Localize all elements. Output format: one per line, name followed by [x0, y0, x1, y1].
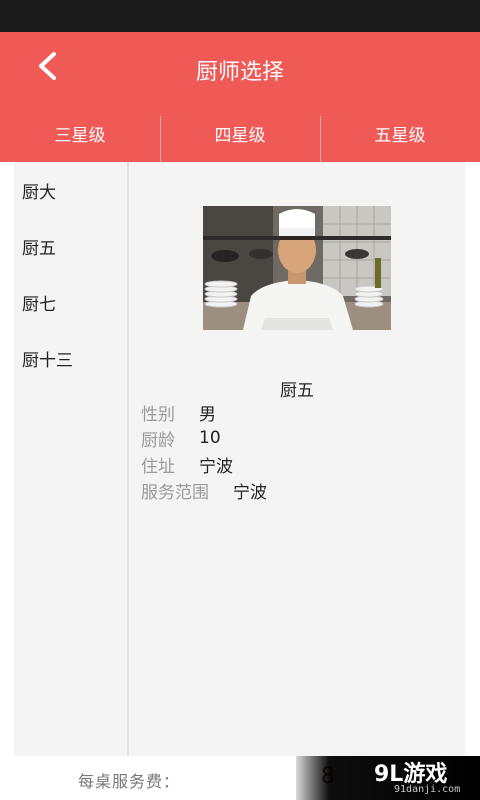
- experience-value: 10: [199, 428, 221, 448]
- chef-name: 厨五: [280, 381, 314, 401]
- tab-three-star[interactable]: 三星级: [0, 104, 160, 162]
- info-row-gender: 性别 男: [141, 400, 216, 425]
- service-area-label: 服务范围: [141, 482, 209, 503]
- watermark-url: 91danji.com: [394, 784, 461, 795]
- service-fee-label: 每桌服务费：: [78, 772, 181, 791]
- tab-five-star[interactable]: 五星级: [320, 104, 480, 162]
- chef-list-item[interactable]: 厨五: [14, 218, 127, 274]
- info-row-service-area: 服务范围 宁波: [141, 478, 267, 503]
- experience-label: 厨龄: [141, 430, 175, 451]
- title-bar: 厨师选择: [0, 32, 480, 104]
- chef-detail-panel: 厨五 性别 男 厨龄 10 住址 宁波 服务范围 宁波: [129, 162, 465, 756]
- star-level-tabs: 三星级 四星级 五星级: [0, 104, 480, 162]
- page-title: 厨师选择: [195, 60, 284, 85]
- info-row-experience: 厨龄 10: [141, 426, 221, 451]
- gender-value: 男: [199, 404, 216, 425]
- tab-four-star[interactable]: 四星级: [160, 104, 320, 162]
- service-area-value: 宁波: [233, 482, 267, 503]
- chef-photo: [203, 206, 391, 330]
- app-header: 厨师选择 三星级 四星级 五星级: [0, 32, 480, 162]
- address-value: 宁波: [199, 456, 233, 477]
- chef-list-item[interactable]: 厨十三: [14, 330, 127, 386]
- footer-bar: 每桌服务费： 8 9L游戏 91danji.com: [0, 756, 480, 800]
- info-row-address: 住址 宁波: [141, 452, 233, 477]
- main-content: 厨大 厨五 厨七 厨十三 厨五 性别 男 厨龄 10 住址 宁波 服务范围 宁波: [0, 162, 480, 756]
- gender-label: 性别: [141, 404, 175, 425]
- chef-list-item[interactable]: 厨七: [14, 274, 127, 330]
- chef-list: 厨大 厨五 厨七 厨十三: [14, 162, 127, 756]
- site-watermark: 9L游戏 91danji.com: [296, 756, 480, 800]
- chef-list-item[interactable]: 厨大: [14, 162, 127, 218]
- address-label: 住址: [141, 456, 175, 477]
- status-bar: [0, 0, 480, 32]
